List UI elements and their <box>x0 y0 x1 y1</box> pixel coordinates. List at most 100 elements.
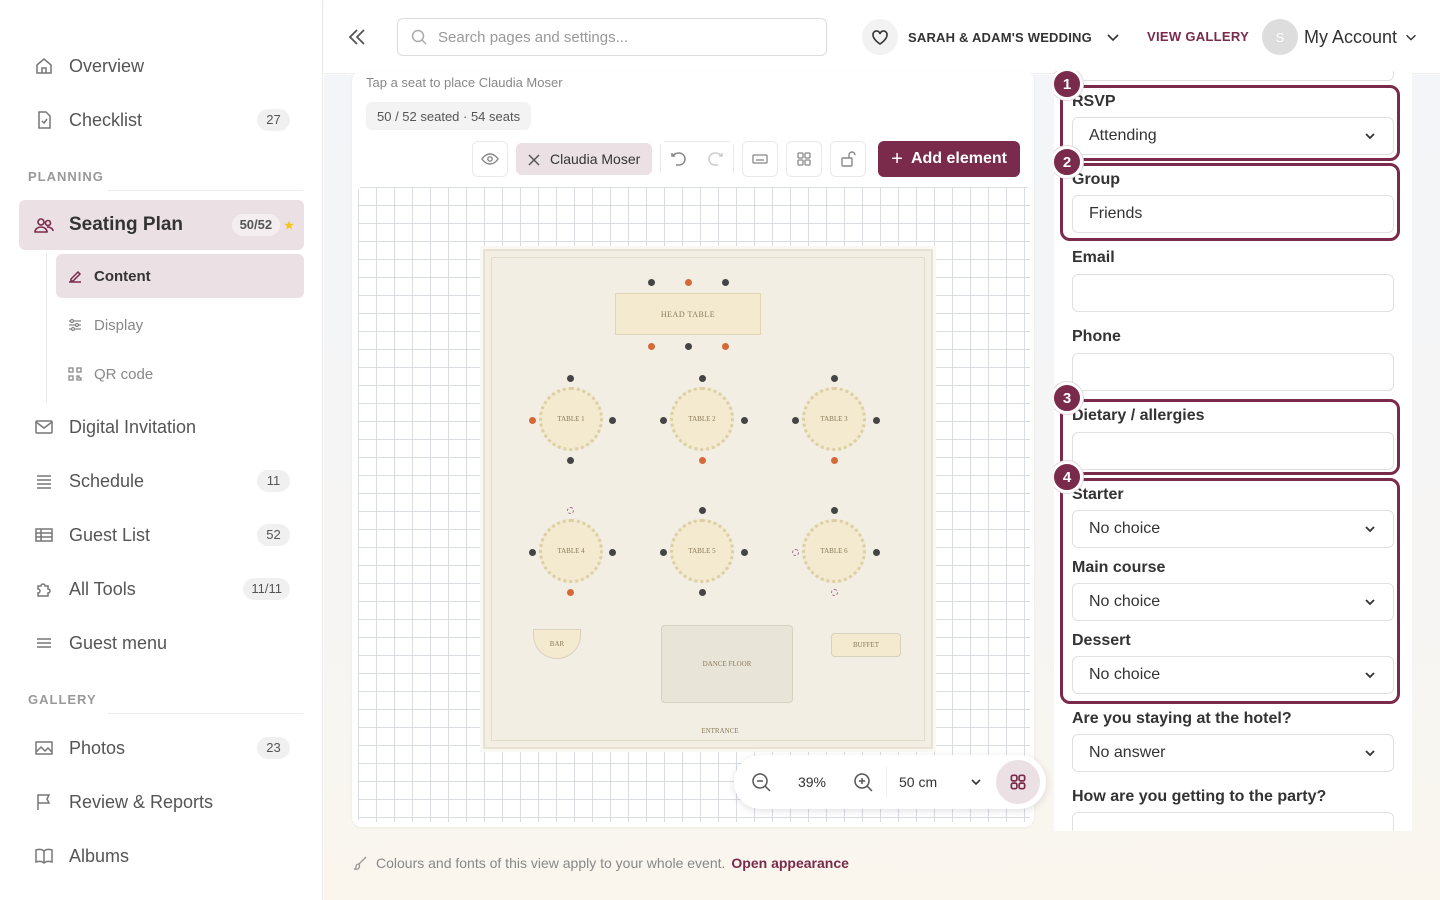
seat-empty[interactable] <box>831 589 838 596</box>
zoom-out-icon[interactable] <box>750 771 772 793</box>
highlight-box-2: 2 <box>1054 146 1400 241</box>
table-5[interactable]: TABLE 5 <box>670 519 734 583</box>
chevron-down-icon[interactable] <box>969 775 983 789</box>
seat-selected[interactable] <box>567 507 574 514</box>
seat[interactable] <box>873 549 880 556</box>
search-input[interactable]: Search pages and settings... <box>397 18 827 56</box>
close-icon[interactable] <box>528 153 540 166</box>
seat[interactable] <box>722 343 729 350</box>
view-gallery-link[interactable]: VIEW GALLERY <box>1147 29 1249 44</box>
seat[interactable] <box>831 507 838 514</box>
table-1[interactable]: TABLE 1 <box>539 387 603 451</box>
sidebar-item-albums[interactable]: Albums <box>19 832 304 880</box>
sidebar-sub-item-qr-code[interactable]: QR code <box>56 352 304 396</box>
grid-view-button[interactable] <box>786 141 823 177</box>
chevron-down-icon <box>1365 750 1375 757</box>
sidebar-item-label: Seating Plan <box>69 214 184 235</box>
sidebar-sub-item-display[interactable]: Display <box>56 303 304 347</box>
dance-floor-element[interactable]: DANCE FLOOR <box>661 625 793 703</box>
seat[interactable] <box>741 417 748 424</box>
sidebar-item-overview[interactable]: Overview <box>19 42 304 90</box>
sidebar-item-seating-plan[interactable]: Seating Plan 50/52 ★ <box>19 200 304 250</box>
image-icon <box>33 737 55 759</box>
grid-size-select[interactable]: 50 cm <box>899 774 969 790</box>
seat[interactable] <box>792 417 799 424</box>
sidebar-item-review-reports[interactable]: Review & Reports <box>19 778 304 826</box>
seat[interactable] <box>722 279 729 286</box>
seat[interactable] <box>831 375 838 382</box>
redo-button[interactable] <box>697 142 734 178</box>
sidebar-item-guest-list[interactable]: Guest List 52 <box>19 511 304 559</box>
head-table[interactable]: HEAD TABLE <box>615 293 761 335</box>
table-3[interactable]: TABLE 3 <box>802 387 866 451</box>
phone-field[interactable] <box>1072 353 1394 391</box>
seat[interactable] <box>685 279 692 286</box>
zoom-in-icon[interactable] <box>852 771 874 793</box>
lock-button[interactable] <box>830 141 867 177</box>
seat[interactable] <box>831 457 838 464</box>
plus-icon: + <box>891 147 903 170</box>
event-selector[interactable]: SARAH & ADAM'S WEDDING <box>862 18 1122 56</box>
search-placeholder: Search pages and settings... <box>438 28 629 46</box>
table-2[interactable]: TABLE 2 <box>670 387 734 451</box>
count-badge: 11/11 <box>243 578 290 600</box>
seat[interactable] <box>648 279 655 286</box>
collapse-sidebar-icon[interactable] <box>342 22 372 52</box>
qr-icon <box>66 365 84 383</box>
keyboard-button[interactable] <box>742 141 779 177</box>
add-element-button[interactable]: + Add element <box>878 141 1020 177</box>
undo-button[interactable] <box>661 142 698 178</box>
seat[interactable] <box>567 375 574 382</box>
sidebar-item-label: Overview <box>69 55 145 76</box>
home-icon <box>33 55 55 77</box>
sidebar-item-photos[interactable]: Photos 23 <box>19 724 304 772</box>
seat[interactable] <box>609 549 616 556</box>
list-icon <box>33 470 55 492</box>
seat-empty[interactable] <box>792 549 799 556</box>
count-badge: 11 <box>257 470 290 492</box>
seat[interactable] <box>609 417 616 424</box>
travel-select[interactable] <box>1072 812 1394 831</box>
seat[interactable] <box>699 589 706 596</box>
sidebar-item-guest-menu[interactable]: Guest menu <box>19 619 304 667</box>
entrance-element[interactable]: ENTRANCE <box>695 725 745 737</box>
seat[interactable] <box>660 417 667 424</box>
sidebar-item-schedule[interactable]: Schedule 11 <box>19 457 304 505</box>
email-field[interactable] <box>1072 274 1394 312</box>
chevron-down-icon <box>1403 29 1419 45</box>
account-menu[interactable]: S My Account <box>1262 18 1419 56</box>
seat[interactable] <box>529 549 536 556</box>
sub-nav-line <box>46 254 47 402</box>
seat[interactable] <box>699 375 706 382</box>
seat[interactable] <box>685 343 692 350</box>
seat[interactable] <box>648 343 655 350</box>
sidebar-item-checklist[interactable]: Checklist 27 <box>19 96 304 144</box>
seat[interactable] <box>660 549 667 556</box>
seating-grid[interactable]: HEAD TABLE TABLE 1 TABLE 2 TABLE 3 TABLE… <box>358 187 1030 822</box>
hotel-label: Are you staying at the hotel? <box>1072 710 1292 727</box>
sidebar-item-digital-invitation[interactable]: Digital Invitation <box>19 403 304 451</box>
preview-button[interactable] <box>472 141 508 177</box>
table-6[interactable]: TABLE 6 <box>802 519 866 583</box>
table-4[interactable]: TABLE 4 <box>539 519 603 583</box>
phone-label: Phone <box>1072 328 1121 345</box>
seat[interactable] <box>567 457 574 464</box>
seating-canvas-card: Tap a seat to place Claudia Moser 50 / 5… <box>352 71 1046 827</box>
seat[interactable] <box>873 417 880 424</box>
seat[interactable] <box>699 507 706 514</box>
sidebar-sub-item-content[interactable]: Content <box>56 254 304 298</box>
open-appearance-link[interactable]: Open appearance <box>731 855 849 871</box>
grid-toggle-button[interactable] <box>996 760 1040 804</box>
seat[interactable] <box>567 589 574 596</box>
buffet-element[interactable]: BUFFET <box>831 633 901 657</box>
selected-guest-chip[interactable]: Claudia Moser <box>516 143 653 175</box>
sidebar-item-all-tools[interactable]: All Tools 11/11 <box>19 565 304 613</box>
eye-icon <box>481 153 499 165</box>
count-badge: 23 <box>257 737 290 759</box>
seat[interactable] <box>741 549 748 556</box>
seat[interactable] <box>529 417 536 424</box>
hotel-select[interactable]: No answer <box>1072 734 1394 772</box>
step-number: 1 <box>1054 71 1083 100</box>
hotel-value: No answer <box>1089 744 1166 761</box>
seat[interactable] <box>699 457 706 464</box>
